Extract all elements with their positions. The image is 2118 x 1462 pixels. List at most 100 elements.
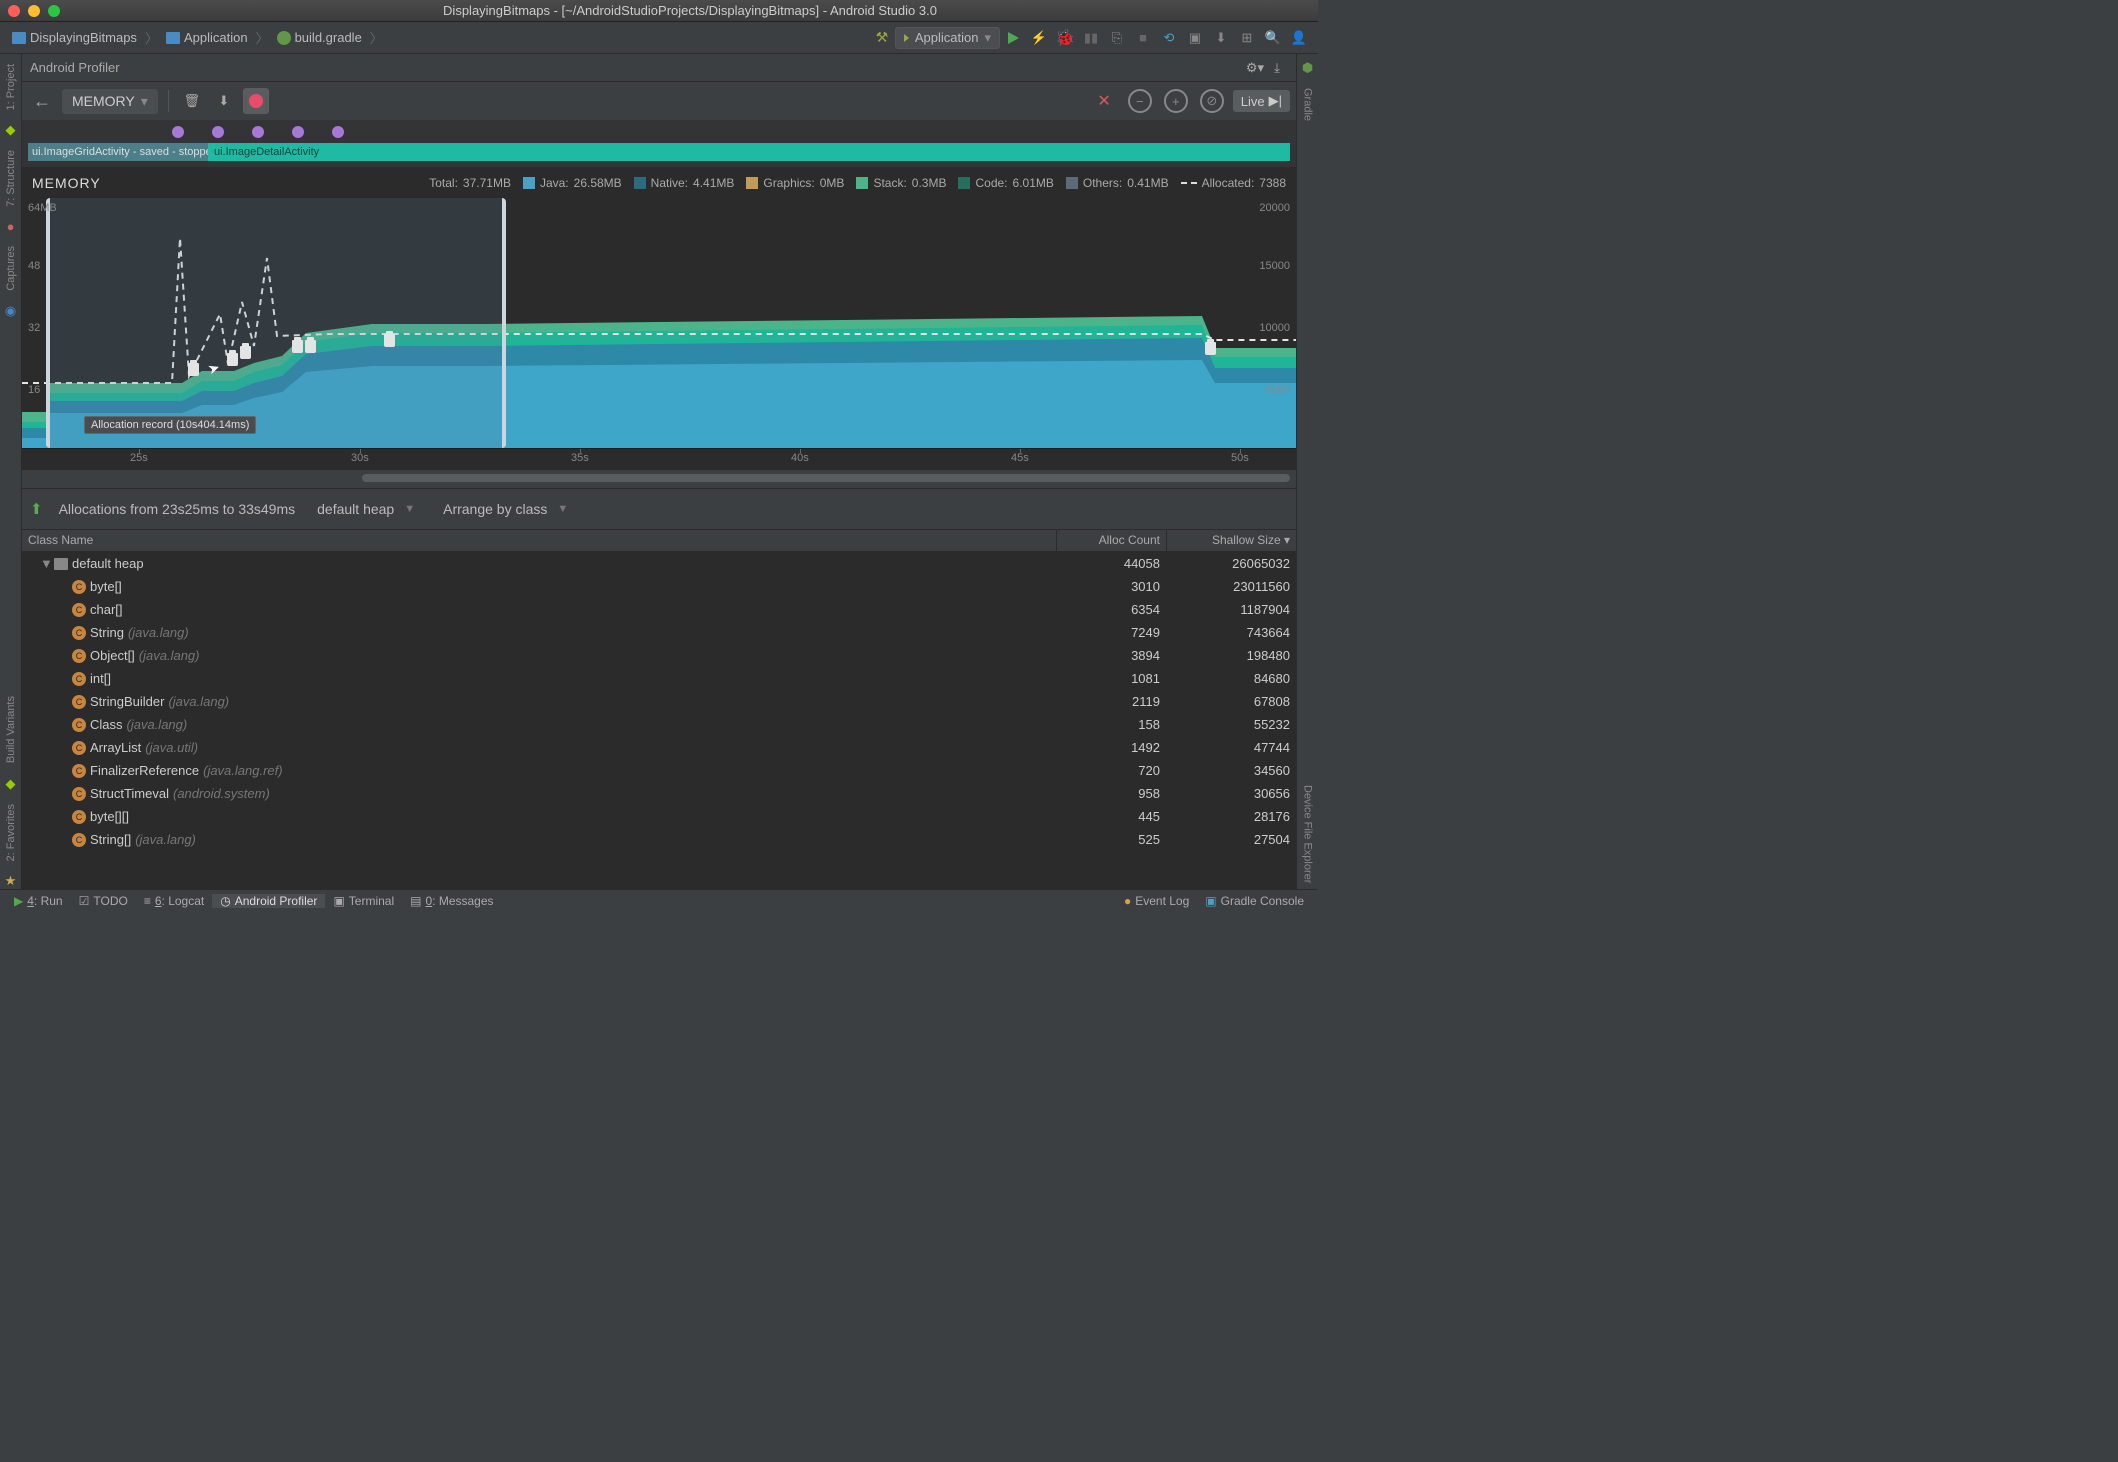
zoom-window-icon[interactable] xyxy=(48,5,60,17)
y-axis-tick-right: 5000 xyxy=(1266,384,1290,396)
search-button[interactable]: 🔍 xyxy=(1262,27,1284,49)
table-row[interactable]: CObject[] (java.lang)3894198480 xyxy=(22,644,1296,667)
time-tick: 30s xyxy=(351,452,369,464)
table-row[interactable]: CClass (java.lang)15855232 xyxy=(22,713,1296,736)
class-icon: C xyxy=(72,810,86,824)
status-messages[interactable]: ▤0: Messages xyxy=(402,894,501,908)
status-terminal[interactable]: ▣Terminal xyxy=(325,894,402,908)
heap-selector[interactable]: default heap▼ xyxy=(311,501,421,517)
timeline-area[interactable]: ui.ImageGridActivity - saved - stopped u… xyxy=(22,120,1296,168)
table-row[interactable]: ▼default heap4405826065032 xyxy=(22,552,1296,575)
table-row[interactable]: Cchar[]63541187904 xyxy=(22,598,1296,621)
memory-chart[interactable]: 64MB 48 32 16 20000 15000 10000 5000 ➤ A… xyxy=(22,198,1296,448)
profiler-view-selector[interactable]: MEMORY▾ xyxy=(62,89,158,114)
zoom-in-button[interactable]: + xyxy=(1164,89,1188,113)
gradle-tool[interactable]: Gradle xyxy=(1302,82,1314,127)
status-profiler[interactable]: ◷Android Profiler xyxy=(212,894,325,908)
export-icon[interactable]: ⬆ xyxy=(30,500,43,518)
package-hint: (java.lang.ref) xyxy=(203,763,282,778)
sync-button[interactable]: ⟲ xyxy=(1158,27,1180,49)
status-run[interactable]: ▶4: Run xyxy=(6,894,71,908)
back-button[interactable]: ← xyxy=(28,87,56,115)
table-row[interactable]: CFinalizerReference (java.lang.ref)72034… xyxy=(22,759,1296,782)
user-icon[interactable]: 👤 xyxy=(1288,27,1310,49)
titlebar: DisplayingBitmaps - [~/AndroidStudioProj… xyxy=(0,0,1318,22)
live-button[interactable]: Live▶| xyxy=(1233,90,1290,112)
legend-code: Code: 6.01MB xyxy=(958,176,1053,190)
column-class-name[interactable]: Class Name xyxy=(22,530,1056,551)
class-icon: C xyxy=(72,764,86,778)
zoom-out-button[interactable]: − xyxy=(1128,89,1152,113)
class-name: Class xyxy=(90,717,123,732)
run-button[interactable] xyxy=(1002,27,1024,49)
attach-debugger-button[interactable]: ⎘ xyxy=(1106,27,1128,49)
y-axis-tick: 16 xyxy=(28,384,40,396)
close-session-button[interactable]: ✕ xyxy=(1097,91,1110,111)
time-tick: 45s xyxy=(1011,452,1029,464)
status-event-log[interactable]: ●Event Log xyxy=(1116,894,1197,908)
captures-tool[interactable]: Captures xyxy=(5,240,17,297)
apply-changes-button[interactable]: ⚡ xyxy=(1028,27,1050,49)
structure-button[interactable]: ⊞ xyxy=(1236,27,1258,49)
scrollbar-thumb[interactable] xyxy=(362,474,1290,482)
table-row[interactable]: Cbyte[]301023011560 xyxy=(22,575,1296,598)
settings-icon[interactable]: ⚙▾ xyxy=(1244,60,1266,76)
expand-icon[interactable]: ▼ xyxy=(40,556,50,571)
table-row[interactable]: CStructTimeval (android.system)95830656 xyxy=(22,782,1296,805)
activity-segment[interactable]: ui.ImageGridActivity - saved - stopped xyxy=(28,143,208,161)
alloc-count: 6354 xyxy=(1056,602,1166,617)
selection-range[interactable] xyxy=(46,198,506,448)
package-hint: (java.lang) xyxy=(135,832,196,847)
main-toolbar: DisplayingBitmaps 〉 Application 〉 build.… xyxy=(0,22,1318,54)
structure-tool[interactable]: 7: Structure xyxy=(5,144,17,213)
arrange-selector[interactable]: Arrange by class▼ xyxy=(437,501,574,517)
event-dot xyxy=(212,126,224,138)
column-shallow-size[interactable]: Shallow Size ▾ xyxy=(1166,530,1296,551)
allocations-range-label: Allocations from 23s25ms to 33s49ms xyxy=(59,501,296,517)
event-dot xyxy=(332,126,344,138)
table-row[interactable]: CStringBuilder (java.lang)211967808 xyxy=(22,690,1296,713)
breadcrumb-file[interactable]: build.gradle xyxy=(271,30,368,45)
device-explorer-tool[interactable]: Device File Explorer xyxy=(1302,779,1314,889)
record-button[interactable] xyxy=(243,88,269,114)
activity-segment[interactable]: ui.ImageDetailActivity xyxy=(208,143,1290,161)
class-name: byte[] xyxy=(90,579,122,594)
shallow-size: 67808 xyxy=(1166,694,1296,709)
gradle-icon xyxy=(277,31,291,45)
stop-button[interactable]: ■ xyxy=(1132,27,1154,49)
build-variants-tool[interactable]: Build Variants xyxy=(5,690,17,769)
gc-button[interactable]: 🗑 xyxy=(179,88,205,114)
shallow-size: 28176 xyxy=(1166,809,1296,824)
sdk-button[interactable]: ⬇ xyxy=(1210,27,1232,49)
allocations-table[interactable]: ▼default heap4405826065032Cbyte[]3010230… xyxy=(22,552,1296,889)
minimize-window-icon[interactable] xyxy=(28,5,40,17)
reset-zoom-button[interactable]: ⊘ xyxy=(1200,89,1224,113)
close-window-icon[interactable] xyxy=(8,5,20,17)
favorites-tool[interactable]: 2: Favorites xyxy=(5,798,17,867)
package-hint: (java.lang) xyxy=(168,694,229,709)
run-config-selector[interactable]: Application▾ xyxy=(895,27,1000,49)
debug-button[interactable]: 🐞 xyxy=(1054,27,1076,49)
project-tool[interactable]: 1: Project xyxy=(5,58,17,116)
y-axis-tick: 64MB xyxy=(28,202,57,214)
horizontal-scrollbar[interactable] xyxy=(22,470,1296,488)
avd-button[interactable]: ▣ xyxy=(1184,27,1206,49)
build-button[interactable]: ⚒ xyxy=(871,27,893,49)
table-row[interactable]: CString[] (java.lang)52527504 xyxy=(22,828,1296,851)
time-ruler[interactable]: 25s 30s 35s 40s 45s 50s xyxy=(22,448,1296,470)
status-gradle-console[interactable]: ▣Gradle Console xyxy=(1197,894,1312,908)
table-row[interactable]: CArrayList (java.util)149247744 xyxy=(22,736,1296,759)
heap-dump-button[interactable]: ⬇ xyxy=(211,88,237,114)
breadcrumb-project[interactable]: DisplayingBitmaps xyxy=(6,30,143,45)
table-row[interactable]: CString (java.lang)7249743664 xyxy=(22,621,1296,644)
column-alloc-count[interactable]: Alloc Count xyxy=(1056,530,1166,551)
table-row[interactable]: Cint[]108184680 xyxy=(22,667,1296,690)
status-todo[interactable]: ☑TODO xyxy=(71,894,136,908)
profile-button[interactable]: ▮▮ xyxy=(1080,27,1102,49)
class-icon: C xyxy=(72,718,86,732)
export-icon[interactable]: ⤓ xyxy=(1266,60,1288,76)
table-row[interactable]: Cbyte[][]44528176 xyxy=(22,805,1296,828)
shallow-size: 55232 xyxy=(1166,717,1296,732)
breadcrumb-module[interactable]: Application xyxy=(160,30,254,45)
status-logcat[interactable]: ≡6: Logcat xyxy=(136,894,212,908)
